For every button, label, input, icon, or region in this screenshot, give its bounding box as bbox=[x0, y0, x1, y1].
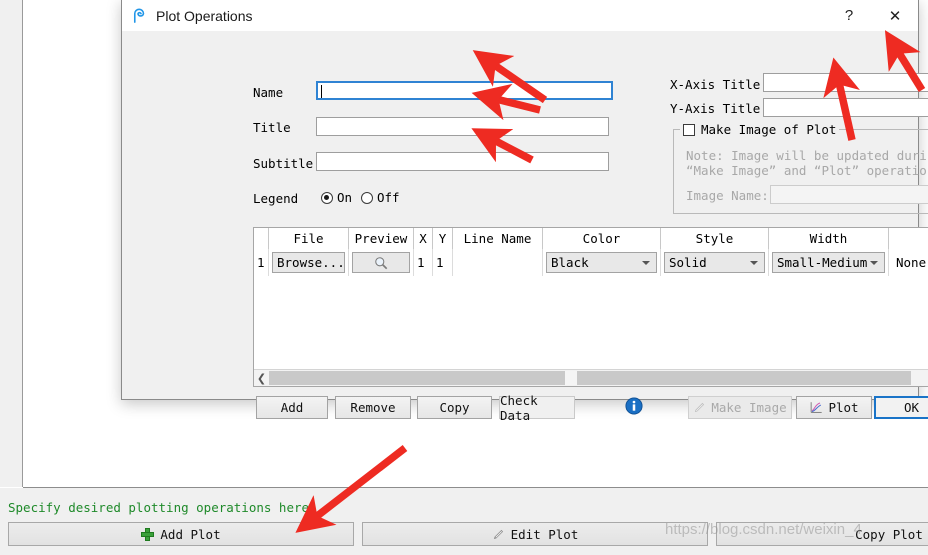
plot-data-table: File Preview X Y Line Name Color Style W… bbox=[253, 227, 928, 387]
chart-icon bbox=[811, 402, 823, 413]
make-image-checkbox-row[interactable]: Make Image of Plot bbox=[680, 122, 840, 137]
legend-on-label: On bbox=[337, 190, 353, 205]
row-x[interactable]: 1 bbox=[414, 249, 433, 276]
make-image-button: Make Image bbox=[688, 396, 792, 419]
xaxis-title-input[interactable] bbox=[763, 73, 928, 92]
scrollbar-thumb[interactable] bbox=[564, 371, 577, 385]
make-image-groupbox: Make Image of Plot Note: Image will be u… bbox=[673, 122, 928, 214]
subtitle-label: Subtitle bbox=[253, 156, 314, 171]
row-style-cell: Solid bbox=[661, 249, 769, 276]
copy-row-button[interactable]: Copy bbox=[417, 396, 492, 419]
scroll-left-icon[interactable]: ❮ bbox=[254, 372, 269, 385]
remove-row-button[interactable]: Remove bbox=[335, 396, 411, 419]
legend-off-radio[interactable]: Off bbox=[361, 190, 400, 205]
spiral-app-icon bbox=[133, 8, 145, 23]
plot-button[interactable]: Plot bbox=[796, 396, 872, 419]
info-icon[interactable] bbox=[625, 397, 643, 415]
plot-operations-dialog: Plot Operations ? ✕ Name Title Subtitle … bbox=[121, 0, 928, 423]
th-file: File bbox=[269, 228, 349, 249]
make-image-label: Make Image of Plot bbox=[701, 122, 837, 137]
row-line-name[interactable] bbox=[453, 249, 543, 276]
radio-empty-icon bbox=[361, 191, 373, 204]
pencil-icon bbox=[695, 402, 705, 413]
row-color-cell: Black bbox=[543, 249, 661, 276]
th-line-name: Line Name bbox=[453, 228, 543, 249]
row-preview-cell bbox=[349, 249, 414, 276]
th-width: Width bbox=[769, 228, 889, 249]
row-width-cell: Small-Medium bbox=[769, 249, 889, 276]
dialog-title: Plot Operations bbox=[156, 7, 253, 24]
th-index bbox=[254, 228, 269, 249]
legend-on-radio[interactable]: On bbox=[321, 190, 352, 205]
scrollbar-bar[interactable] bbox=[269, 371, 912, 385]
legend-label: Legend bbox=[253, 191, 299, 206]
screen: Specify desired plotting operations here… bbox=[0, 0, 928, 555]
image-name-label: Image Name: bbox=[686, 188, 769, 203]
plus-icon bbox=[141, 527, 155, 541]
scrollbar-track[interactable] bbox=[269, 371, 928, 385]
row-index: 1 bbox=[254, 249, 269, 276]
subtitle-input[interactable] bbox=[316, 152, 609, 171]
xaxis-title-label: X-Axis Title bbox=[670, 77, 761, 92]
dialog-titlebar: Plot Operations ? ✕ bbox=[122, 0, 918, 31]
chevron-down-icon bbox=[642, 261, 650, 265]
yaxis-title-label: Y-Axis Title bbox=[670, 101, 761, 116]
close-button[interactable]: ✕ bbox=[872, 0, 918, 31]
dialog-body: Name Title Subtitle Legend On Off X-Axis… bbox=[122, 31, 928, 423]
th-y: Y bbox=[433, 228, 453, 249]
style-value: Solid bbox=[669, 255, 707, 270]
th-symbol: Symbol bbox=[889, 228, 928, 249]
status-message: Specify desired plotting operations here… bbox=[8, 500, 317, 515]
th-x: X bbox=[414, 228, 433, 249]
edit-plot-button[interactable]: Edit Plot bbox=[362, 522, 708, 546]
help-button[interactable]: ? bbox=[826, 0, 872, 31]
th-style: Style bbox=[661, 228, 769, 249]
name-label: Name bbox=[253, 85, 284, 100]
row-file-cell: Browse... bbox=[269, 249, 349, 276]
chevron-down-icon bbox=[750, 261, 758, 265]
magnifier-icon bbox=[375, 256, 388, 269]
make-image-checkbox[interactable] bbox=[683, 123, 695, 136]
name-input[interactable] bbox=[316, 81, 613, 100]
color-select[interactable]: Black bbox=[546, 252, 657, 273]
legend-off-label: Off bbox=[377, 190, 400, 205]
title-label: Title bbox=[253, 120, 291, 135]
add-plot-label: Add Plot bbox=[160, 526, 221, 542]
pencil-icon bbox=[493, 529, 503, 539]
copy-plot-label: Copy Plot bbox=[855, 526, 923, 542]
title-input[interactable] bbox=[316, 117, 609, 136]
add-row-button[interactable]: Add bbox=[256, 396, 328, 419]
plot-button-label: Plot bbox=[828, 400, 859, 415]
check-data-button[interactable]: Check Data bbox=[499, 393, 575, 423]
preview-button[interactable] bbox=[352, 252, 410, 273]
chevron-down-icon bbox=[870, 261, 878, 265]
image-name-input[interactable] bbox=[770, 185, 928, 204]
ok-button[interactable]: OK bbox=[874, 396, 928, 419]
table-horizontal-scrollbar[interactable]: ❮ ❯ bbox=[254, 369, 928, 386]
row-y[interactable]: 1 bbox=[433, 249, 453, 276]
th-preview: Preview bbox=[349, 228, 414, 249]
text-caret bbox=[321, 85, 322, 98]
make-image-button-label: Make Image bbox=[711, 400, 787, 415]
th-color: Color bbox=[543, 228, 661, 249]
make-image-note: Note: Image will be updated during each … bbox=[686, 148, 928, 178]
color-value: Black bbox=[551, 255, 589, 270]
table-header-row: File Preview X Y Line Name Color Style W… bbox=[254, 228, 928, 250]
table-row: 1 Browse... 1 1 Black Solid Small-Medium… bbox=[254, 249, 928, 276]
row-symbol-cell: None bbox=[889, 249, 928, 276]
width-select[interactable]: Small-Medium bbox=[772, 252, 885, 273]
browse-button[interactable]: Browse... bbox=[272, 252, 345, 273]
background-left-strip bbox=[0, 0, 23, 487]
width-value: Small-Medium bbox=[777, 255, 868, 270]
edit-plot-label: Edit Plot bbox=[510, 526, 579, 542]
copy-plot-button[interactable]: Copy Plot bbox=[716, 522, 928, 546]
radio-selected-icon bbox=[321, 191, 333, 204]
add-plot-button[interactable]: Add Plot bbox=[8, 522, 354, 546]
style-select[interactable]: Solid bbox=[664, 252, 765, 273]
symbol-value[interactable]: None bbox=[892, 252, 928, 273]
yaxis-title-input[interactable] bbox=[763, 98, 928, 117]
